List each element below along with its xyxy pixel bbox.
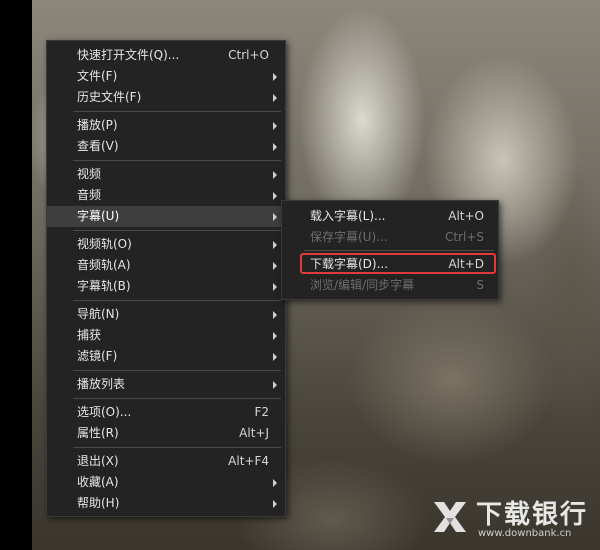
submenu-arrow-icon	[273, 122, 277, 130]
menu-item-label: 退出(X)	[77, 454, 119, 468]
menu-item-favorites[interactable]: 收藏(A)	[47, 472, 285, 493]
menu-item-label: 查看(V)	[77, 139, 119, 153]
menu-item-load-subtitle[interactable]: 载入字幕(L)... Alt+O	[282, 206, 498, 227]
menu-item-shortcut: Alt+O	[448, 209, 484, 223]
menu-item-video[interactable]: 视频	[47, 164, 285, 185]
watermark: 下载银行 www.downbank.cn	[430, 492, 595, 547]
menu-item-quick-open[interactable]: 快速打开文件(Q)... Ctrl+O	[47, 45, 285, 66]
menu-item-label: 选项(O)...	[77, 405, 132, 419]
submenu-arrow-icon	[273, 213, 277, 221]
menu-item-playlist[interactable]: 播放列表	[47, 374, 285, 395]
menu-item-label: 保存字幕(U)...	[310, 230, 388, 244]
menu-item-options[interactable]: 选项(O)... F2	[47, 402, 285, 423]
left-black-strip	[0, 0, 32, 550]
menu-item-label: 捕获	[77, 328, 102, 342]
menu-item-label: 载入字幕(L)...	[310, 209, 386, 223]
menu-item-help[interactable]: 帮助(H)	[47, 493, 285, 514]
menu-item-label: 播放(P)	[77, 118, 118, 132]
menu-item-video-track[interactable]: 视频轨(O)	[47, 234, 285, 255]
menu-separator	[73, 160, 281, 161]
submenu-arrow-icon	[273, 311, 277, 319]
menu-item-audio-track[interactable]: 音频轨(A)	[47, 255, 285, 276]
menu-separator	[73, 230, 281, 231]
menu-item-label: 收藏(A)	[77, 475, 119, 489]
watermark-logo-icon	[434, 502, 466, 532]
menu-item-label: 播放列表	[77, 377, 126, 391]
context-menu: 快速打开文件(Q)... Ctrl+O 文件(F) 历史文件(F) 播放(P) …	[46, 40, 286, 517]
submenu-arrow-icon	[273, 171, 277, 179]
highlight-outline	[300, 253, 496, 274]
submenu-arrow-icon	[273, 332, 277, 340]
menu-item-subtitle-track[interactable]: 字幕轨(B)	[47, 276, 285, 297]
menu-separator	[73, 111, 281, 112]
submenu-arrow-icon	[273, 381, 277, 389]
menu-item-shortcut: Alt+F4	[228, 454, 269, 468]
menu-item-subtitles[interactable]: 字幕(U)	[47, 206, 285, 227]
menu-item-label: 视频	[77, 167, 102, 181]
submenu-arrow-icon	[273, 192, 277, 200]
submenu-arrow-icon	[273, 241, 277, 249]
menu-item-shortcut: Alt+J	[239, 426, 269, 440]
menu-item-label: 文件(F)	[77, 69, 118, 83]
menu-item-exit[interactable]: 退出(X) Alt+F4	[47, 451, 285, 472]
menu-item-shortcut: F2	[254, 405, 269, 419]
menu-item-save-subtitle[interactable]: 保存字幕(U)... Ctrl+S	[282, 227, 498, 248]
menu-item-label: 滤镜(F)	[77, 349, 118, 363]
menu-item-navigation[interactable]: 导航(N)	[47, 304, 285, 325]
submenu-arrow-icon	[273, 143, 277, 151]
submenu-arrow-icon	[273, 353, 277, 361]
menu-item-label: 历史文件(F)	[77, 90, 142, 104]
menu-item-shortcut: Ctrl+S	[444, 230, 484, 244]
submenu-arrow-icon	[273, 500, 277, 508]
submenu-arrow-icon	[273, 262, 277, 270]
menu-item-label: 导航(N)	[77, 307, 120, 321]
menu-item-label: 音频	[77, 188, 102, 202]
menu-item-label: 快速打开文件(Q)...	[77, 48, 180, 62]
menu-item-audio[interactable]: 音频	[47, 185, 285, 206]
menu-separator	[304, 250, 494, 251]
submenu-arrow-icon	[273, 73, 277, 81]
menu-item-label: 帮助(H)	[77, 496, 120, 510]
menu-item-properties[interactable]: 属性(R) Alt+J	[47, 423, 285, 444]
menu-item-label: 字幕(U)	[77, 209, 120, 223]
menu-separator	[73, 447, 281, 448]
watermark-url: www.downbank.cn	[478, 528, 572, 539]
menu-item-file[interactable]: 文件(F)	[47, 66, 285, 87]
submenu-arrow-icon	[273, 94, 277, 102]
menu-item-shortcut: S	[476, 278, 484, 292]
subtitle-submenu: 载入字幕(L)... Alt+O 保存字幕(U)... Ctrl+S 下载字幕(…	[281, 200, 499, 300]
menu-item-label: 字幕轨(B)	[77, 279, 131, 293]
menu-item-label: 视频轨(O)	[77, 237, 132, 251]
menu-item-browse-edit-sync-subtitle[interactable]: 浏览/编辑/同步字幕 S	[282, 275, 498, 296]
menu-separator	[73, 398, 281, 399]
menu-item-history-files[interactable]: 历史文件(F)	[47, 87, 285, 108]
menu-item-filters[interactable]: 滤镜(F)	[47, 346, 285, 367]
menu-item-play[interactable]: 播放(P)	[47, 115, 285, 136]
menu-item-label: 浏览/编辑/同步字幕	[310, 278, 415, 292]
menu-item-label: 音频轨(A)	[77, 258, 131, 272]
menu-item-shortcut: Ctrl+O	[228, 48, 269, 62]
menu-separator	[73, 370, 281, 371]
menu-separator	[73, 300, 281, 301]
submenu-arrow-icon	[273, 479, 277, 487]
submenu-arrow-icon	[273, 283, 277, 291]
menu-item-label: 属性(R)	[77, 426, 119, 440]
menu-item-capture[interactable]: 捕获	[47, 325, 285, 346]
menu-item-view[interactable]: 查看(V)	[47, 136, 285, 157]
watermark-title: 下载银行	[476, 500, 589, 530]
